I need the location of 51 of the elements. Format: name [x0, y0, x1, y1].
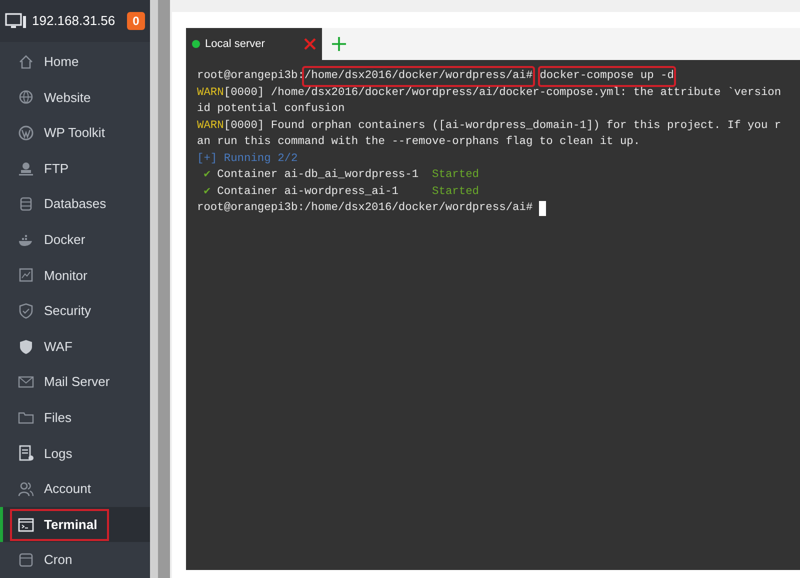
terminal-text: Started — [432, 184, 480, 200]
terminal-text: [0000] Found orphan containers ([ai-wordpress_domain-1]) for this project. If you r — [224, 118, 782, 134]
globe-icon — [18, 89, 34, 106]
sidebar-item[interactable]: Files — [12, 404, 82, 432]
terminal-text: Container ai-db_ai_wordpress-1 — [216, 168, 420, 183]
sidebar-item[interactable]: Monitor — [12, 261, 98, 290]
terminal-text: root@orangepi3b: — [197, 68, 304, 84]
home-icon — [18, 54, 34, 70]
sidebar-item[interactable]: Docker — [12, 226, 96, 254]
computer-icon — [5, 13, 27, 29]
monitor-icon — [18, 267, 34, 284]
sidebar-item[interactable]: Databases — [12, 190, 116, 218]
terminal-text: ✔ — [202, 168, 210, 183]
terminal-tab[interactable]: Local server — [186, 28, 322, 60]
terminal-text: WARN — [197, 118, 224, 134]
notification-badge: 0 — [127, 12, 145, 30]
server-icon — [18, 160, 34, 177]
terminal-icon — [18, 516, 34, 533]
terminal-text: [+] Running 2/2 — [197, 152, 298, 166]
terminal-text: [0000] /home/dsx2016/docker/wordpress/ai/docker-compose.yml: the attribute `version — [224, 86, 782, 100]
folder-icon — [18, 410, 34, 426]
sidebar-item[interactable]: Security — [12, 296, 101, 325]
document-icon — [18, 445, 34, 462]
highlighted-text: docker-compose up -d — [540, 68, 674, 84]
terminal-text: id potential confusion — [197, 102, 345, 117]
sidebar-item[interactable]: Website — [12, 83, 101, 112]
close-icon[interactable] — [304, 38, 316, 50]
terminal-text: root@orangepi3b:/home/dsx2016/docker/wordpress/ai# — [197, 200, 534, 216]
envelope-icon — [18, 374, 34, 390]
sidebar-item[interactable]: Logs — [12, 439, 82, 468]
terminal-text: ✔ — [202, 184, 210, 200]
wordpress-icon — [18, 124, 34, 141]
terminal-text: Started — [432, 168, 480, 183]
calendar-icon — [18, 552, 34, 568]
sidebar-item[interactable]: Account — [12, 474, 101, 503]
terminal-text: Container ai-wordpress_ai-1 — [216, 184, 400, 200]
terminal-text: an run this command with the --remove-orphans flag to clean it up. — [197, 134, 640, 150]
sidebar-item[interactable]: WP Toolkit — [12, 118, 115, 147]
terminal-text: WARN — [197, 86, 224, 100]
sidebar-item[interactable]: Mail Server — [12, 368, 120, 396]
users-icon — [18, 480, 34, 497]
database-icon — [18, 196, 34, 212]
sidebar-item[interactable]: WAF — [12, 332, 82, 361]
shield-icon — [18, 302, 34, 319]
sidebar-item[interactable]: FTP — [12, 154, 79, 183]
server-address: 192.168.31.56 — [32, 12, 116, 30]
sidebar-item[interactable]: Home — [12, 48, 89, 76]
highlighted-text: /home/dsx2016/docker/wordpress/ai# — [304, 68, 533, 84]
shield-icon — [18, 338, 34, 355]
add-tab-icon[interactable] — [332, 37, 346, 51]
sidebar-item[interactable]: Cron — [12, 546, 82, 574]
